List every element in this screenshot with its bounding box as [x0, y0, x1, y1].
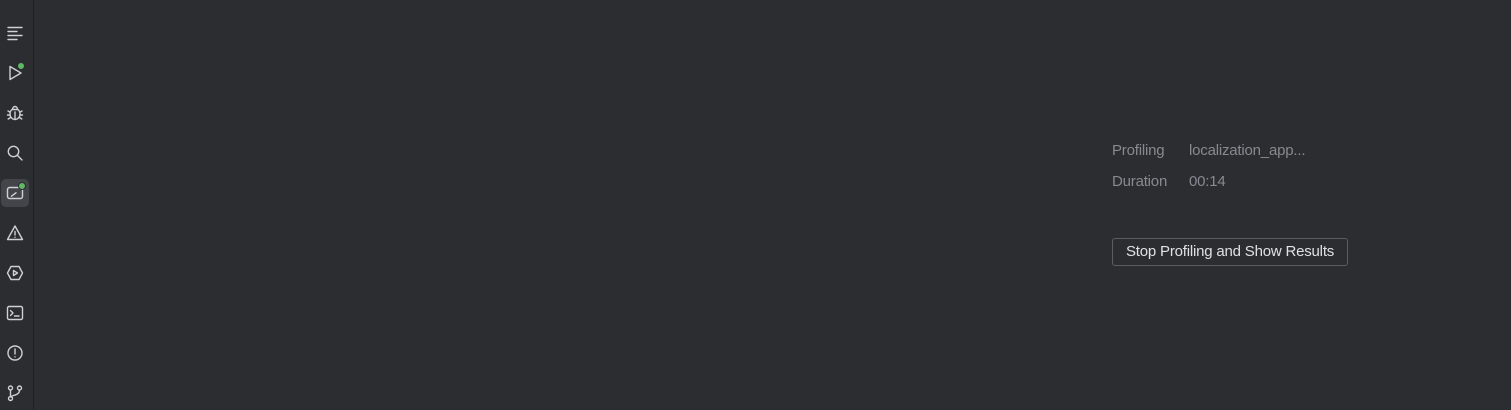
problems-tool-button[interactable]: [1, 339, 29, 367]
tool-window-strip: [0, 0, 34, 410]
profiling-target-row: Profiling localization_app...: [1112, 142, 1412, 173]
terminal-tool-button[interactable]: [1, 299, 29, 327]
run-status-badge: [17, 62, 25, 70]
debug-icon: [6, 105, 24, 121]
run-tool-button[interactable]: [1, 59, 29, 87]
stop-profiling-button[interactable]: Stop Profiling and Show Results: [1112, 238, 1349, 266]
duration-row: Duration 00:14: [1112, 173, 1412, 204]
profiling-status-panel: Profiling localization_app... Duration 0…: [1112, 142, 1412, 204]
profiler-status-badge: [18, 182, 26, 190]
git-branch-icon: [7, 385, 23, 402]
duration-label: Duration: [1112, 173, 1168, 190]
duration-value: 00:14: [1189, 173, 1226, 190]
search-icon: [7, 145, 23, 161]
problems-warning-tool-button[interactable]: [1, 219, 29, 247]
profiling-target-value: localization_app...: [1189, 142, 1306, 159]
problems-icon: [7, 345, 23, 361]
profiler-window: Profiling localization_app... Duration 0…: [0, 0, 1511, 410]
debug-tool-button[interactable]: [1, 99, 29, 127]
structure-tool-button[interactable]: [1, 19, 29, 47]
profiler-main-area: [35, 0, 1511, 410]
structure-icon: [7, 26, 23, 41]
profiling-label: Profiling: [1112, 142, 1165, 159]
search-tool-button[interactable]: [1, 139, 29, 167]
services-tool-button[interactable]: [1, 259, 29, 287]
services-icon: [6, 265, 24, 281]
problems-warning-icon: [6, 225, 24, 241]
terminal-icon: [6, 305, 24, 321]
git-tool-button[interactable]: [1, 379, 29, 407]
profiler-tool-button[interactable]: [1, 179, 29, 207]
